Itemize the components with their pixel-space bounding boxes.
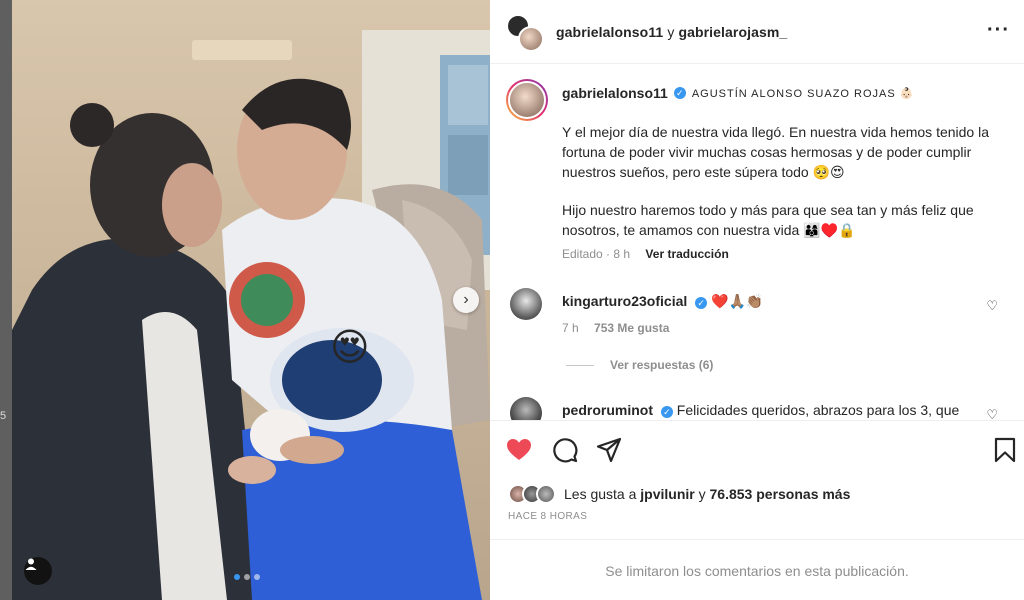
comment-likes[interactable]: 753 Me gusta xyxy=(594,321,669,335)
verified-badge-icon: ✓ xyxy=(695,297,708,309)
bookmark-icon xyxy=(994,437,1016,463)
view-replies-label: Ver respuestas (6) xyxy=(610,358,714,372)
share-button[interactable] xyxy=(596,437,622,463)
post-actions: Les gusta a jpvilunir y 76.853 personas … xyxy=(490,420,1024,600)
author-avatars[interactable] xyxy=(506,13,544,52)
more-options-button[interactable]: ··· xyxy=(987,19,1010,41)
comment-text: ❤️🙏🏽👏🏽 xyxy=(711,293,764,309)
liker-username[interactable]: jpvilunir xyxy=(640,486,694,502)
authors-conjunction: y xyxy=(667,23,675,40)
edge-mark: 5 xyxy=(0,410,7,422)
share-icon xyxy=(596,437,622,463)
post-details-panel: gabrielalonso11 y gabrielarojasm_ ··· ga… xyxy=(490,0,1024,600)
avatar xyxy=(508,81,546,119)
likes-count[interactable]: 76.853 personas más xyxy=(710,486,851,502)
comment-username[interactable]: pedroruminot xyxy=(562,402,653,418)
verified-badge-icon: ✓ xyxy=(673,87,686,99)
heart-filled-icon xyxy=(507,439,531,460)
carousel-dot xyxy=(254,574,260,580)
heart-outline-icon: ♡ xyxy=(986,298,998,313)
caption-paragraph: Y el mejor día de nuestra vida llegó. En… xyxy=(562,124,989,180)
comment-line: kingarturo23oficial ✓ ❤️🙏🏽👏🏽 xyxy=(562,293,763,310)
post-header: gabrielalonso11 y gabrielarojasm_ ··· xyxy=(490,0,1024,64)
see-translation-link[interactable]: Ver traducción xyxy=(645,247,728,261)
photo-illustration xyxy=(12,30,490,600)
tagged-users-button[interactable] xyxy=(24,557,52,585)
post-photo[interactable]: 😍 › xyxy=(12,0,490,600)
caption-avatar[interactable] xyxy=(506,79,548,121)
view-replies[interactable]: Ver respuestas (6) xyxy=(566,358,713,372)
comment-time: 7 h xyxy=(562,321,579,335)
likes-conjunction: y xyxy=(698,486,706,502)
carousel-dot xyxy=(234,574,240,580)
comment-like-button[interactable]: ♡ xyxy=(986,298,998,314)
comment-icon xyxy=(553,438,578,463)
save-button[interactable] xyxy=(992,437,1018,463)
backdrop: 5 xyxy=(0,0,12,600)
heart-eyes-emoji-sticker: 😍 xyxy=(330,327,370,369)
carousel-next-button[interactable]: › xyxy=(453,287,479,313)
comment-line: pedroruminot ✓ Felicidades queridos, abr… xyxy=(562,402,959,418)
author-link[interactable]: gabrielalonso11 xyxy=(556,24,663,40)
caption-meta: Editado · 8 h Ver traducción xyxy=(562,247,729,261)
carousel-indicator xyxy=(234,574,260,580)
verified-badge-icon: ✓ xyxy=(660,406,673,418)
avatar xyxy=(536,484,556,504)
avatar[interactable] xyxy=(510,288,542,320)
more-horizontal-icon: ··· xyxy=(987,19,1010,41)
caption-username[interactable]: gabrielalonso11 xyxy=(562,85,668,101)
coauthor-link[interactable]: gabrielarojasm_ xyxy=(678,24,787,40)
chevron-right-icon: › xyxy=(463,291,469,308)
user-icon xyxy=(25,558,37,570)
caption-paragraph: Hijo nuestro haremos todo y más para que… xyxy=(562,202,974,238)
likes-summary: Les gusta a jpvilunir y 76.853 personas … xyxy=(508,484,850,504)
comments-limited-notice: Se limitaron los comentarios en esta pub… xyxy=(490,539,1024,600)
edited-label: Editado xyxy=(562,247,603,261)
like-button[interactable] xyxy=(506,437,532,463)
avatar xyxy=(518,25,544,52)
likes-text: Les gusta a jpvilunir y 76.853 personas … xyxy=(564,486,850,502)
caption-subtitle: AGUSTÍN ALONSO SUAZO ROJAS 👶🏻 xyxy=(691,87,915,100)
divider xyxy=(566,364,594,366)
comment-text: Felicidades queridos, abrazos para los 3… xyxy=(676,402,960,418)
caption-time: 8 h xyxy=(613,247,631,261)
comment-meta: 7 h 753 Me gusta xyxy=(562,321,669,335)
carousel-dot xyxy=(244,574,250,580)
post-timestamp[interactable]: HACE 8 HORAS xyxy=(508,511,587,522)
comment-username[interactable]: kingarturo23oficial xyxy=(562,293,687,309)
likes-prefix: Les gusta a xyxy=(564,486,637,502)
post-authors: gabrielalonso11 y gabrielarojasm_ xyxy=(556,24,787,40)
comment-button[interactable] xyxy=(552,437,578,463)
caption-text: Y el mejor día de nuestra vida llegó. En… xyxy=(562,122,992,258)
caption-header: gabrielalonso11 ✓ AGUSTÍN ALONSO SUAZO R… xyxy=(562,85,914,101)
